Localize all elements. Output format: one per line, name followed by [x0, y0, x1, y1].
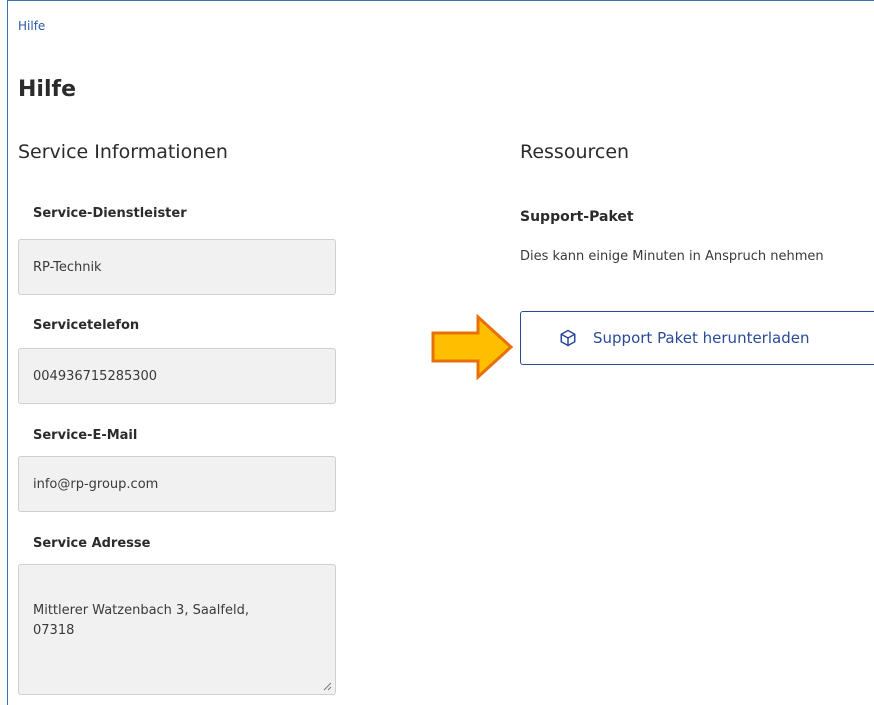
- highlight-arrow-icon: [431, 314, 513, 380]
- service-phone-field[interactable]: 004936715285300: [18, 348, 336, 404]
- support-package-description: Dies kann einige Minuten in Anspruch neh…: [520, 249, 824, 264]
- service-provider-label: Service-Dienstleister: [33, 206, 187, 221]
- service-provider-field[interactable]: RP-Technik: [18, 239, 336, 295]
- service-phone-label: Servicetelefon: [33, 318, 140, 333]
- download-support-package-button[interactable]: Support Paket herunterladen: [520, 311, 874, 365]
- service-address-textarea[interactable]: Mittlerer Watzenbach 3, Saalfeld, 07318: [18, 564, 336, 695]
- package-icon: [559, 329, 577, 347]
- resources-heading: Ressourcen: [520, 141, 630, 163]
- page-title: Hilfe: [18, 77, 76, 102]
- support-package-title: Support-Paket: [520, 209, 634, 225]
- service-info-heading: Service Informationen: [18, 141, 228, 163]
- help-page: Hilfe Hilfe Service Informationen Ressou…: [7, 0, 874, 705]
- service-address-value: Mittlerer Watzenbach 3, Saalfeld, 07318: [33, 603, 249, 638]
- resize-handle-icon[interactable]: [322, 681, 332, 691]
- service-email-field[interactable]: info@rp-group.com: [18, 456, 336, 512]
- service-address-label: Service Adresse: [33, 536, 151, 551]
- breadcrumb-help-link[interactable]: Hilfe: [18, 19, 45, 33]
- service-email-label: Service-E-Mail: [33, 428, 138, 443]
- download-support-package-label: Support Paket herunterladen: [593, 329, 810, 347]
